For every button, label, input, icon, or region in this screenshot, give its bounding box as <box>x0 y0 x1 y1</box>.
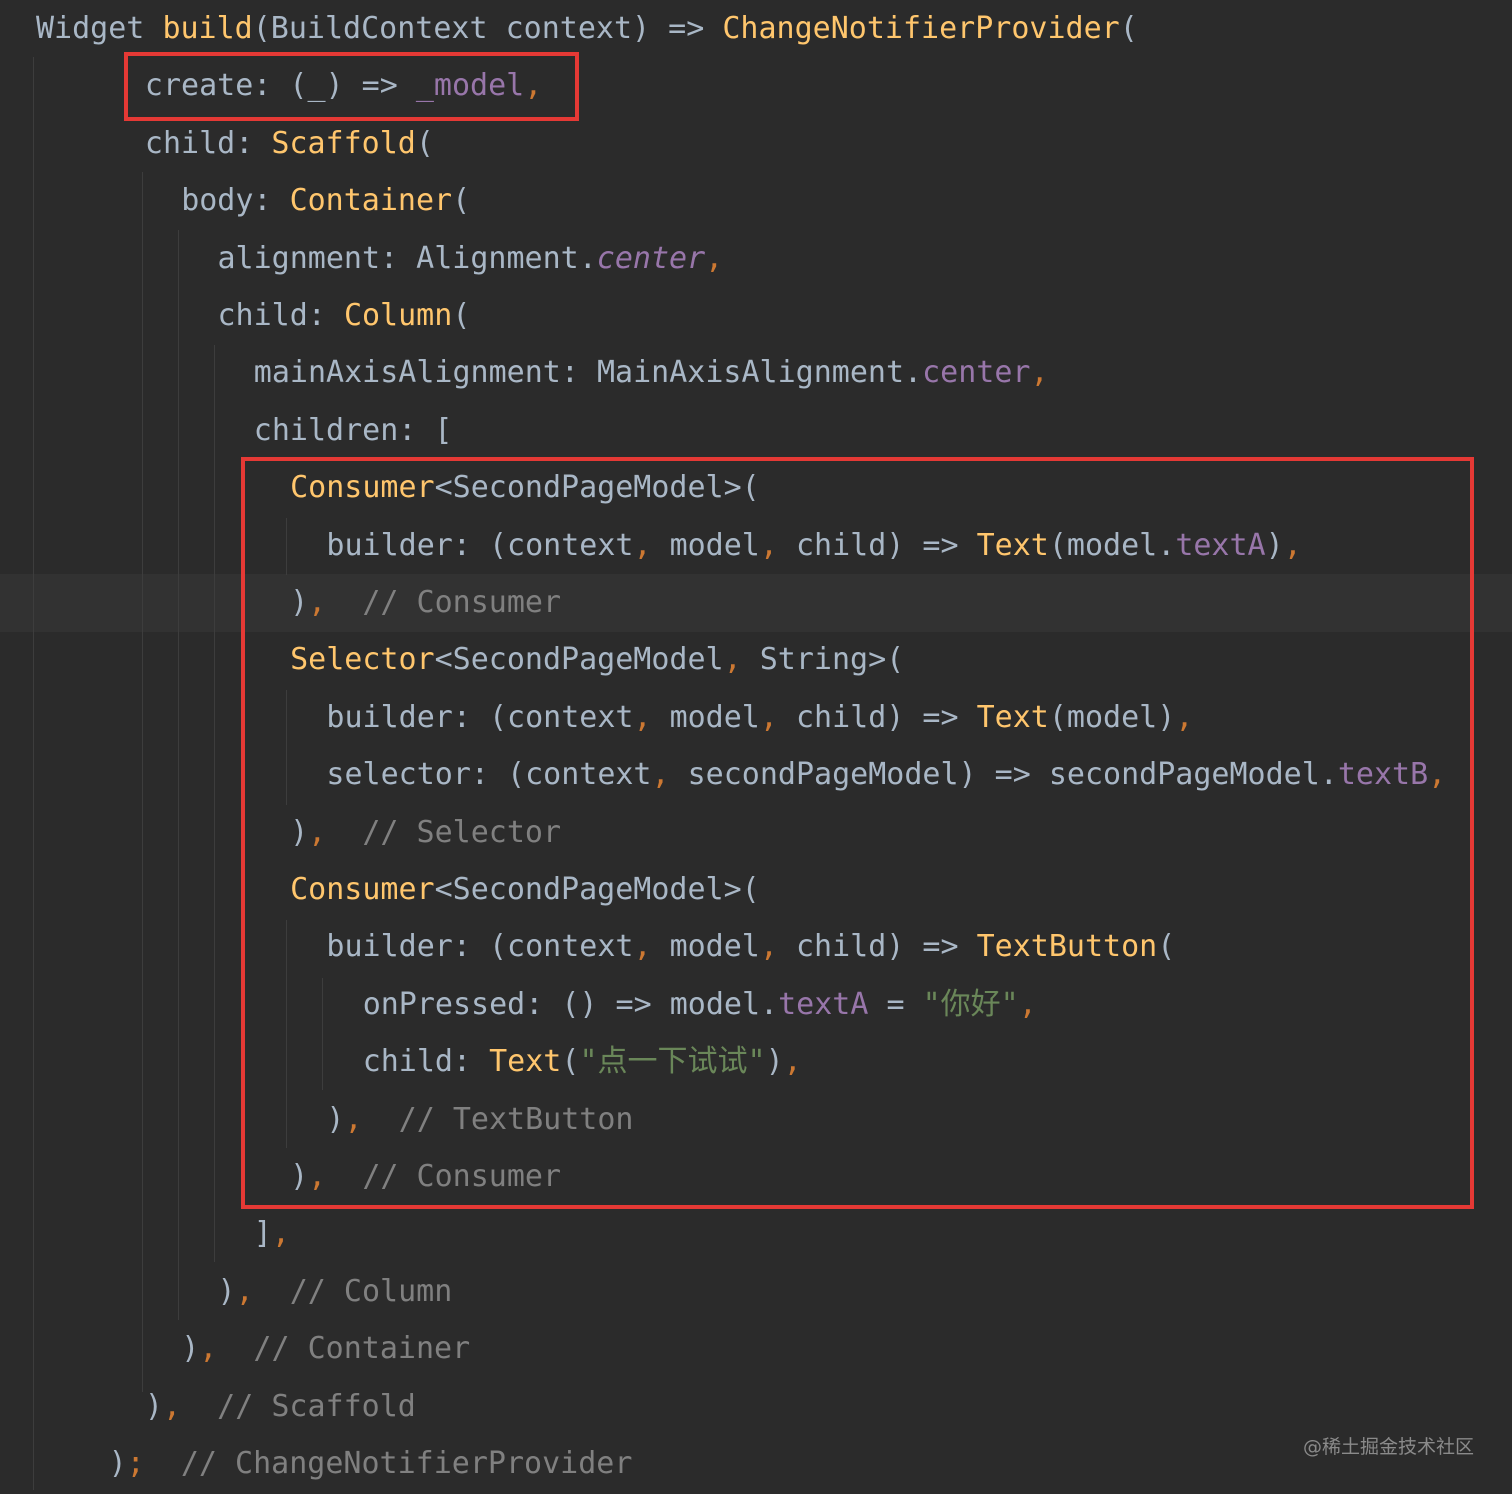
code-line[interactable]: Widget build(BuildContext context) => Ch… <box>36 0 1138 57</box>
code-token: ( <box>1119 11 1138 46</box>
code-token: ) <box>108 1446 127 1481</box>
indent-guide <box>214 345 215 1262</box>
code-token: // ChangeNotifierProvider <box>144 1446 633 1481</box>
code-line[interactable]: ), // Container <box>181 1320 470 1377</box>
code-token: center <box>922 355 1031 391</box>
code-line[interactable]: child: Column( <box>218 287 471 344</box>
code-token: Widget <box>36 11 163 46</box>
code-token: ( <box>415 125 434 161</box>
code-token: , <box>271 1216 290 1252</box>
code-token: child: <box>217 298 344 333</box>
code-token: ( <box>452 183 471 219</box>
code-line[interactable]: children: [ <box>254 402 453 459</box>
code-token: , <box>199 1331 218 1367</box>
code-token: ) <box>217 1273 236 1309</box>
code-line[interactable]: ); // ChangeNotifierProvider <box>109 1435 633 1492</box>
indent-guide <box>178 230 179 1320</box>
watermark: @稀土掘金技术社区 <box>1302 1436 1474 1458</box>
code-token: Column <box>343 298 453 333</box>
code-line[interactable]: ), // Scaffold <box>145 1378 416 1435</box>
code-token: ] <box>253 1216 272 1252</box>
code-token: build <box>162 11 253 46</box>
code-token: mainAxisAlignment: MainAxisAlignment. <box>253 355 923 391</box>
code-token: // Column <box>253 1273 453 1309</box>
code-token: // Scaffold <box>181 1388 416 1424</box>
code-token: ) <box>144 1388 163 1424</box>
code-token: , <box>235 1273 254 1309</box>
code-line[interactable]: alignment: Alignment.center, <box>218 230 724 287</box>
code-token: ) <box>181 1331 200 1367</box>
code-token: children: [ <box>253 412 453 448</box>
indent-guide <box>33 57 34 1490</box>
code-token: center <box>596 240 706 276</box>
code-line[interactable]: child: Scaffold( <box>145 115 434 172</box>
code-line[interactable]: ], <box>254 1205 290 1262</box>
annotation-box-create <box>124 52 579 121</box>
code-token: // Container <box>217 1331 471 1367</box>
code-token: ( <box>452 298 471 333</box>
code-line[interactable]: body: Container( <box>181 172 470 229</box>
indent-guide <box>142 172 143 1392</box>
code-token: ; <box>126 1446 145 1481</box>
code-line[interactable]: ), // Column <box>218 1263 453 1320</box>
code-token: ChangeNotifierProvider <box>722 11 1120 46</box>
code-token: Container <box>289 183 453 219</box>
code-line[interactable]: mainAxisAlignment: MainAxisAlignment.cen… <box>254 344 1049 401</box>
code-editor[interactable]: Widget build(BuildContext context) => Ch… <box>0 0 1512 1494</box>
code-token: (BuildContext context) => <box>252 11 723 46</box>
code-token: body: <box>181 183 290 219</box>
annotation-box-consumers <box>241 457 1474 1209</box>
code-token: , <box>1030 355 1049 391</box>
code-token: child: <box>144 125 272 161</box>
code-token: alignment: Alignment. <box>217 240 597 276</box>
code-token: , <box>705 240 724 276</box>
code-token: , <box>162 1388 182 1424</box>
code-token: Scaffold <box>271 125 416 161</box>
